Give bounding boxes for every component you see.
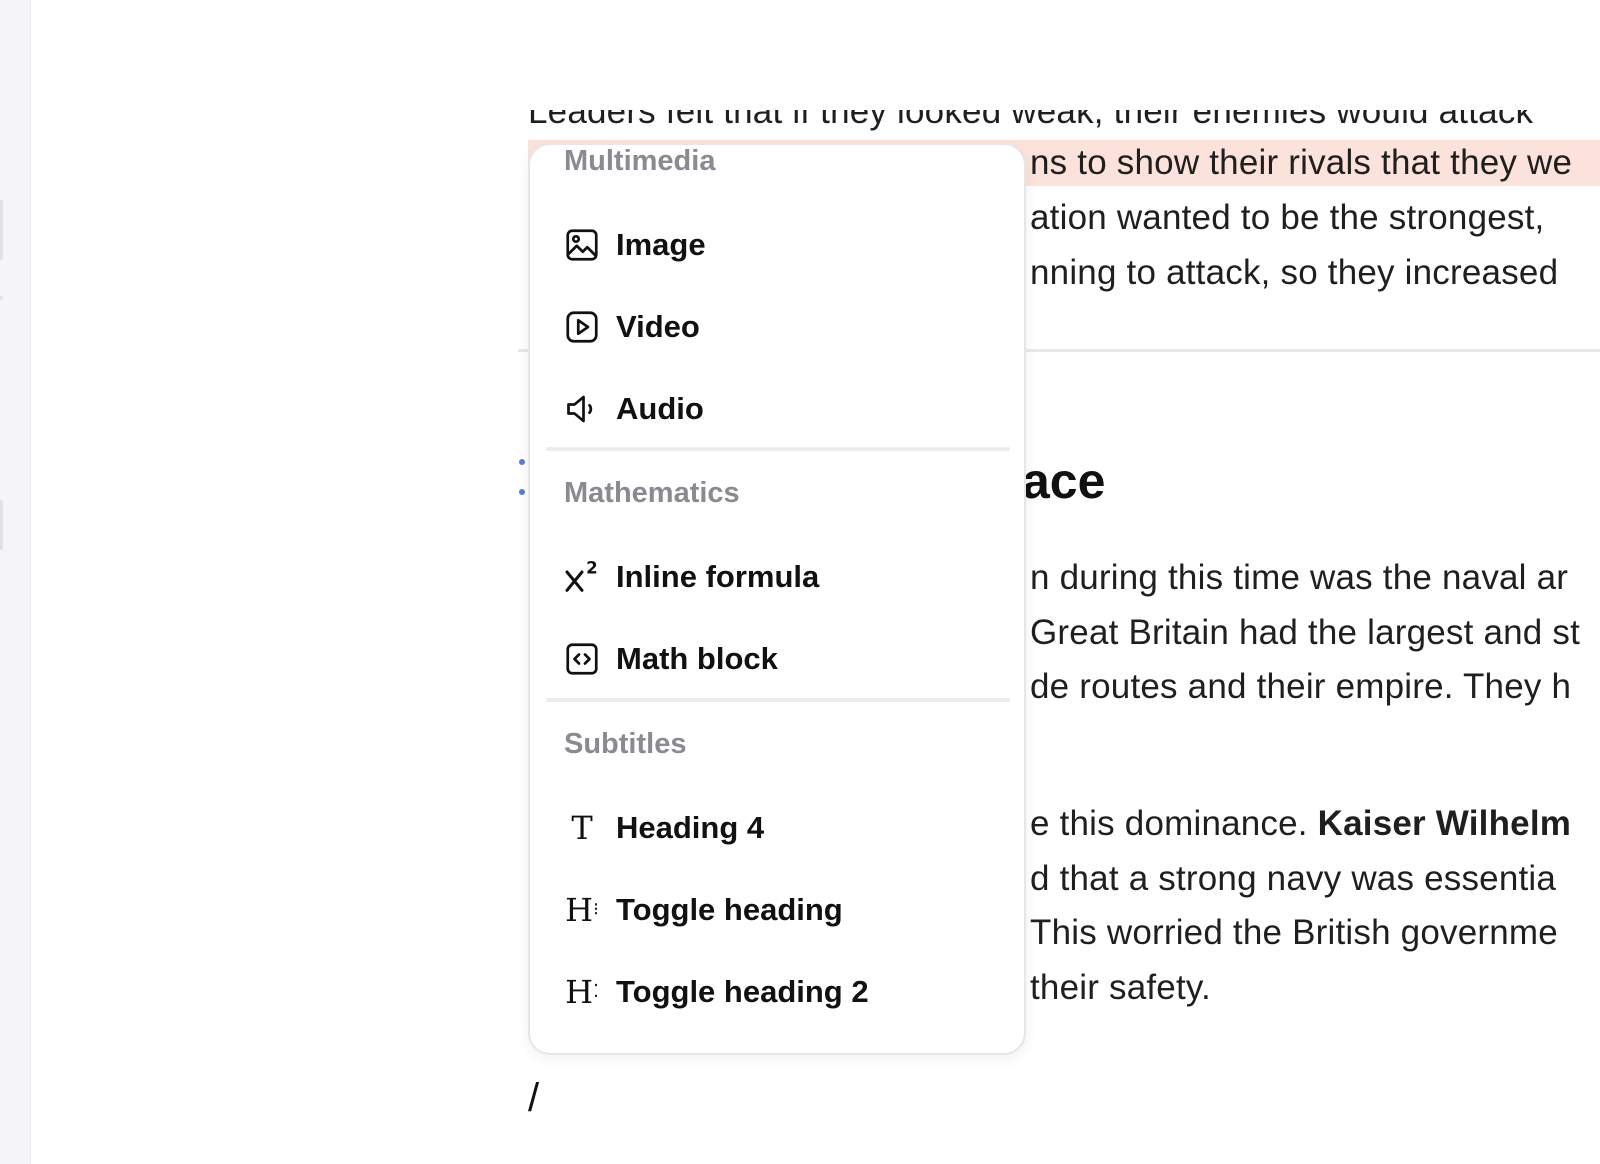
toggle-heading-2-icon: H ⁚ (565, 973, 599, 1011)
menu-item-heading-4[interactable]: T Heading 4 (548, 793, 1004, 863)
menu-item-video[interactable]: Video (548, 292, 1004, 362)
slash-command-menu[interactable]: Multimedia Image Video Audio Mathematics… (528, 143, 1026, 1055)
paragraph-line: nning to attack, so they increased (1030, 253, 1559, 292)
menu-item-toggle-heading[interactable]: H ⁝ Toggle heading (548, 875, 1004, 945)
menu-item-label: Audio (616, 391, 704, 426)
menu-item-label: Toggle heading 2 (616, 974, 869, 1009)
menu-item-audio[interactable]: Audio (548, 374, 1004, 444)
menu-separator (546, 447, 1010, 451)
block-handle-dot[interactable] (519, 489, 525, 495)
menu-item-toggle-heading-2[interactable]: H ⁚ Toggle heading 2 (548, 957, 1004, 1027)
paragraph-line: ns to show their rivals that they we (1030, 143, 1573, 182)
paragraph-line: Great Britain had the largest and st (1030, 613, 1581, 652)
paragraph-line: n during this time was the naval ar (1030, 558, 1569, 597)
group-label-mathematics: Mathematics (564, 477, 740, 509)
menu-item-inline-formula[interactable]: 2 Inline formula (548, 542, 1004, 612)
menu-item-label: Math block (616, 641, 778, 676)
menu-separator (546, 698, 1010, 702)
svg-text:2: 2 (586, 559, 598, 578)
block-handle-dot[interactable] (519, 459, 525, 465)
menu-item-label: Video (616, 309, 700, 344)
group-label-subtitles: Subtitles (564, 728, 687, 760)
menu-item-image[interactable]: Image (548, 210, 1004, 280)
paragraph-text: e this dominance. (1030, 804, 1318, 843)
audio-icon (562, 389, 602, 429)
menu-item-label: Heading 4 (616, 810, 765, 845)
paragraph-line: Leaders felt that if they looked weak, t… (528, 92, 1534, 131)
text-t-icon: T (571, 809, 593, 847)
code-brackets-icon (562, 639, 602, 679)
menu-item-label: Inline formula (616, 559, 820, 594)
superscript-icon: 2 (562, 557, 602, 597)
menu-item-label: Toggle heading (616, 892, 843, 927)
toggle-heading-icon: H ⁝ (565, 891, 599, 929)
bold-text: Kaiser Wilhelm (1317, 804, 1572, 843)
paragraph-line: d that a strong navy was essentia (1030, 859, 1557, 898)
menu-item-math-block[interactable]: Math block (548, 624, 1004, 694)
slash-command-text[interactable]: / (528, 1074, 539, 1122)
paragraph-line: ation wanted to be the strongest, (1030, 198, 1545, 237)
paragraph-line: This worried the British governme (1030, 913, 1558, 952)
image-icon (562, 225, 602, 265)
section-heading: ace (1022, 453, 1106, 509)
paragraph-line: de routes and their empire. They h (1030, 667, 1572, 706)
paragraph-line: e this dominance. Kaiser Wilhelm (1030, 804, 1571, 844)
menu-item-label: Image (616, 227, 706, 262)
paragraph-line: their safety. (1030, 968, 1211, 1007)
group-label-multimedia: Multimedia (564, 145, 716, 177)
video-icon (562, 307, 602, 347)
